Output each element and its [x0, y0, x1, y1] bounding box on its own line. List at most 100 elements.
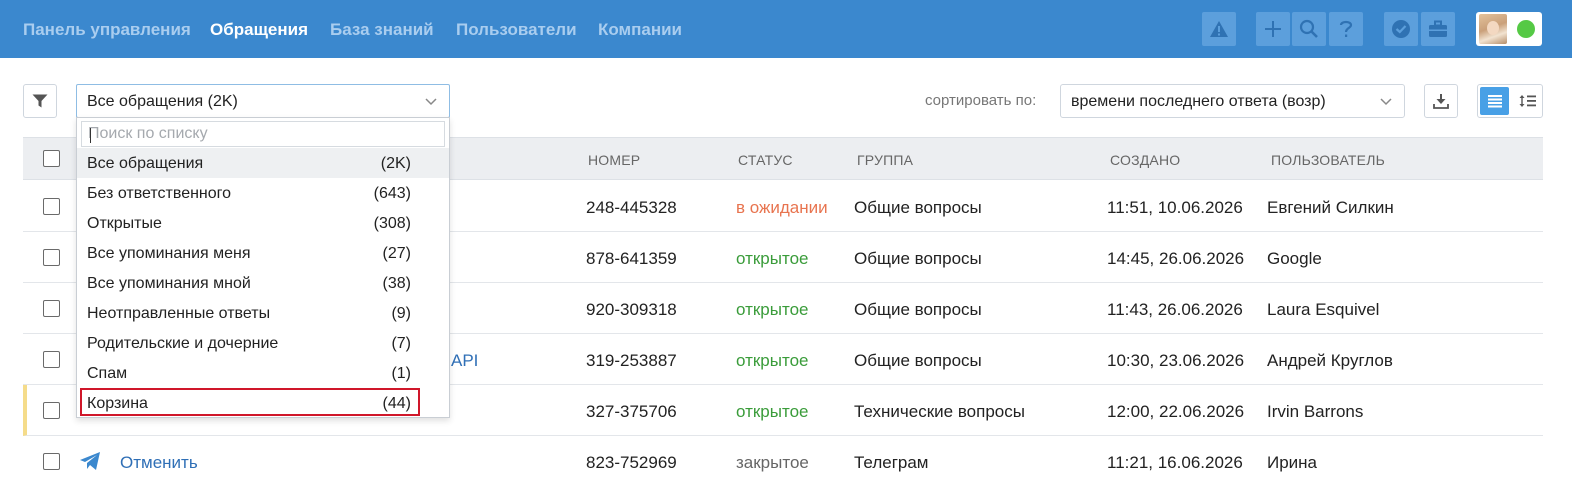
ticket-view-value: Все обращения (2K) — [87, 93, 238, 110]
column-status[interactable]: СТАТУС — [738, 152, 793, 168]
option-label: Все обращения — [87, 155, 204, 172]
column-number[interactable]: НОМЕР — [588, 152, 640, 168]
sort-value: времени последнего ответа (возр) — [1071, 93, 1326, 110]
filter-button[interactable] — [23, 84, 57, 118]
ticket-created: 11:21, 16.06.2026 — [1107, 453, 1243, 472]
ticket-group: Общие вопросы — [854, 198, 982, 217]
plus-icon — [1265, 21, 1281, 37]
option-count: (27) — [382, 245, 411, 262]
warning-icon — [1210, 21, 1228, 37]
table-row[interactable]: Отменить 823-752969 закрытое Телеграм 11… — [23, 436, 1543, 486]
column-user[interactable]: ПОЛЬЗОВАТЕЛЬ — [1271, 152, 1385, 168]
option-count: (7) — [391, 335, 411, 352]
warning-button[interactable] — [1202, 12, 1236, 46]
ticket-number: 248-445328 — [586, 198, 677, 217]
list-icon — [1487, 95, 1502, 108]
text-cursor — [90, 128, 91, 143]
dropdown-option-open[interactable]: Открытые (308) — [77, 208, 449, 238]
dropdown-option-mentions-me[interactable]: Все упоминания меня (27) — [77, 238, 449, 268]
option-count: (2K) — [380, 155, 411, 172]
dropdown-option-trash[interactable]: Корзина (44) — [77, 388, 449, 418]
ticket-number: 823-752969 — [586, 453, 677, 472]
dropdown-option-mentions-by-me[interactable]: Все упоминания мной (38) — [77, 268, 449, 298]
ticket-user[interactable]: Irvin Barrons — [1267, 402, 1363, 422]
search-icon — [1299, 19, 1318, 38]
nav-users[interactable]: Пользователи — [456, 20, 577, 40]
option-count: (38) — [382, 275, 411, 292]
profile-menu[interactable] — [1476, 12, 1542, 46]
line-spacing-icon — [1519, 95, 1536, 107]
compact-view-button[interactable] — [1513, 87, 1542, 115]
work-button[interactable] — [1421, 12, 1455, 46]
row-checkbox[interactable] — [43, 249, 60, 266]
ticket-subject[interactable]: Отменить — [120, 453, 198, 473]
help-icon — [1339, 20, 1353, 37]
search-button[interactable] — [1292, 12, 1326, 46]
dropdown-option-spam[interactable]: Спам (1) — [77, 358, 449, 388]
ticket-group: Технические вопросы — [854, 402, 1025, 421]
ticket-group: Телеграм — [854, 453, 929, 472]
row-checkbox[interactable] — [43, 402, 60, 419]
online-status-indicator — [1517, 20, 1535, 38]
ticket-group: Общие вопросы — [854, 300, 982, 319]
ticket-status: закрытое — [736, 453, 809, 472]
option-label: Спам — [87, 365, 128, 382]
nav-companies[interactable]: Компании — [598, 20, 682, 40]
download-icon — [1433, 94, 1449, 109]
dropdown-option-parent-child[interactable]: Родительские и дочерние (7) — [77, 328, 449, 358]
ticket-user[interactable]: Андрей Круглов — [1267, 351, 1393, 371]
sort-label: сортировать по: — [925, 92, 1037, 109]
add-button[interactable] — [1256, 12, 1290, 46]
ticket-user[interactable]: Ирина — [1267, 453, 1317, 473]
column-created[interactable]: СОЗДАНО — [1110, 152, 1180, 168]
select-all-checkbox[interactable] — [43, 150, 60, 167]
option-label: Корзина — [87, 395, 148, 412]
row-checkbox[interactable] — [43, 300, 60, 317]
nav-knowledge-base[interactable]: База знаний — [330, 20, 434, 40]
ticket-created: 11:51, 10.06.2026 — [1107, 198, 1243, 217]
option-label: Все упоминания меня — [87, 245, 251, 262]
option-count: (308) — [373, 215, 411, 232]
check-badge-icon — [1392, 20, 1410, 38]
option-label: Все упоминания мной — [87, 275, 251, 292]
approvals-button[interactable] — [1384, 12, 1418, 46]
ticket-number: 327-375706 — [586, 402, 677, 421]
dropdown-option-all[interactable]: Все обращения (2K) — [77, 148, 449, 178]
row-checkbox[interactable] — [43, 453, 60, 470]
option-label: Открытые — [87, 215, 162, 232]
ticket-number: 319-253887 — [586, 351, 677, 370]
avatar — [1479, 14, 1507, 44]
telegram-icon — [80, 452, 100, 470]
dropdown-search-input[interactable] — [82, 122, 444, 146]
option-count: (44) — [382, 395, 411, 412]
ticket-group: Общие вопросы — [854, 351, 982, 370]
ticket-status: в ожидании — [736, 198, 828, 217]
ticket-user[interactable]: Laura Esquivel — [1267, 300, 1379, 320]
ticket-created: 11:43, 26.06.2026 — [1107, 300, 1243, 319]
help-button[interactable] — [1329, 12, 1363, 46]
ticket-status: открытое — [736, 402, 809, 421]
export-button[interactable] — [1424, 84, 1458, 118]
dropdown-option-unassigned[interactable]: Без ответственного (643) — [77, 178, 449, 208]
row-checkbox[interactable] — [43, 198, 60, 215]
ticket-number: 878-641359 — [586, 249, 677, 268]
chevron-down-icon — [1380, 98, 1392, 106]
ticket-subject[interactable]: API — [451, 351, 478, 371]
option-label: Без ответственного — [87, 185, 232, 202]
list-view-button[interactable] — [1480, 87, 1509, 115]
nav-tickets[interactable]: Обращения — [210, 20, 308, 40]
ticket-created: 12:00, 22.06.2026 — [1107, 402, 1245, 421]
ticket-user[interactable]: Google — [1267, 249, 1322, 269]
option-label: Неотправленные ответы — [87, 305, 271, 322]
ticket-view-select[interactable]: Все обращения (2K) — [76, 84, 450, 118]
chevron-down-icon — [425, 98, 437, 106]
ticket-user[interactable]: Евгений Силкин — [1267, 198, 1394, 218]
ticket-number: 920-309318 — [586, 300, 677, 319]
nav-dashboard[interactable]: Панель управления — [23, 20, 191, 40]
row-checkbox[interactable] — [43, 351, 60, 368]
dropdown-option-unsent[interactable]: Неотправленные ответы (9) — [77, 298, 449, 328]
briefcase-icon — [1429, 20, 1447, 37]
sort-select[interactable]: времени последнего ответа (возр) — [1060, 84, 1405, 118]
column-group[interactable]: ГРУППА — [857, 152, 913, 168]
ticket-view-dropdown: Все обращения (2K) Без ответственного (6… — [76, 117, 450, 418]
